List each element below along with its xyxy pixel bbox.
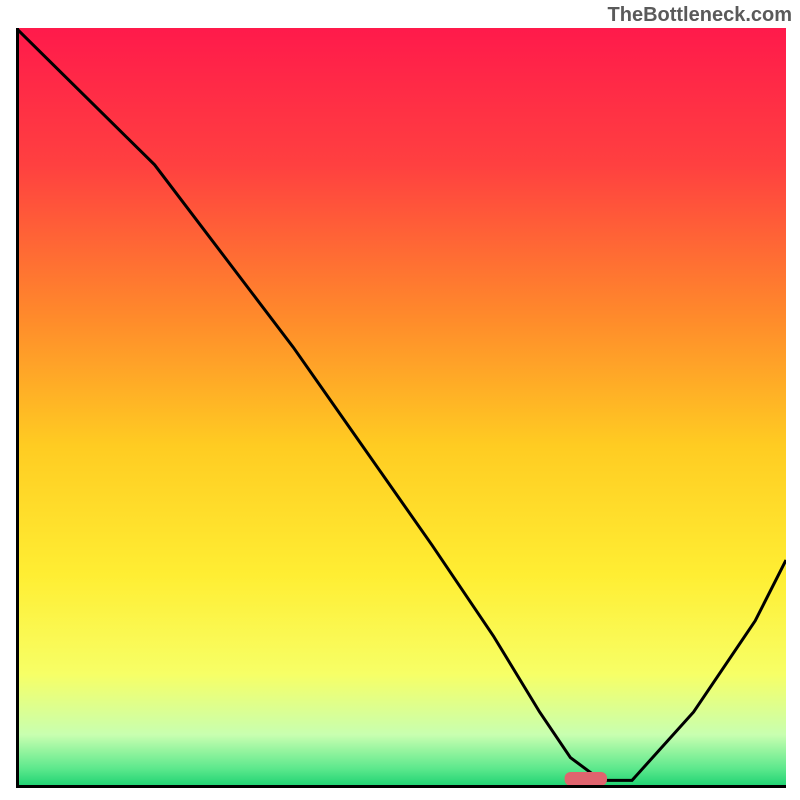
bottleneck-chart xyxy=(16,28,786,788)
target-marker xyxy=(565,772,607,786)
watermark-text: TheBottleneck.com xyxy=(608,4,792,27)
